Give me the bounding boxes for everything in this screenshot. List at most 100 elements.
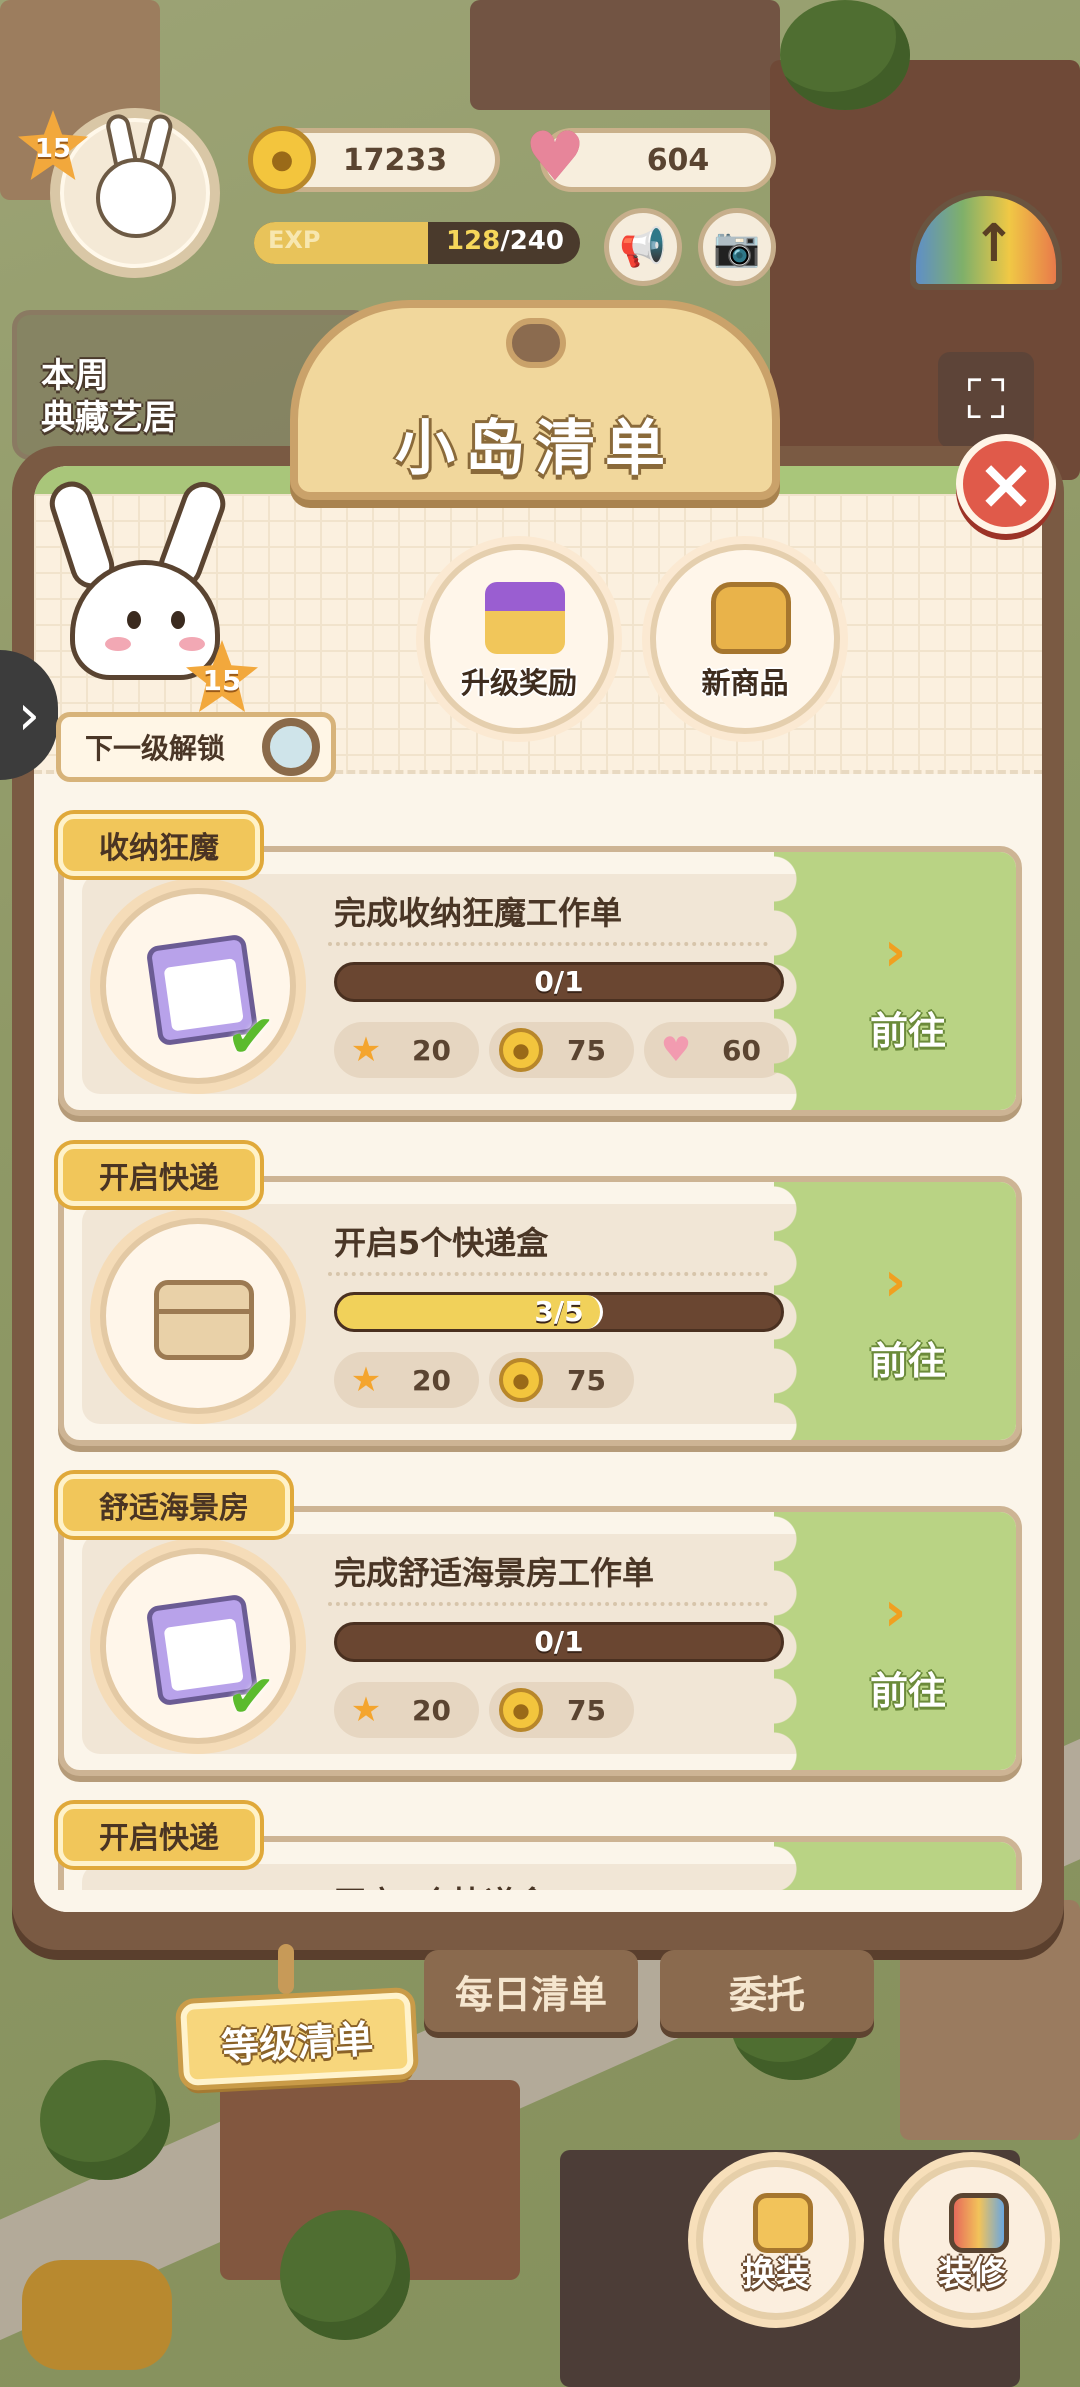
reward-exp: ★ 20 [334, 1352, 479, 1408]
bunny-eye [127, 611, 141, 629]
divider [328, 942, 768, 946]
reward-coin: ● 75 [489, 1022, 634, 1078]
coin-count: 17233 [342, 142, 448, 178]
reward-heart: ♥ 60 [644, 1022, 789, 1078]
task-progress-text: 0/1 [534, 965, 584, 998]
close-button[interactable]: × [956, 434, 1056, 534]
reward-value: 75 [567, 1693, 606, 1727]
outfit-icon [753, 2193, 813, 2253]
divider [328, 1602, 768, 1606]
task-card-body: ✔ 完成舒适海景房工作单 0/1 ★ 20 ● 75 › 前往 [58, 1506, 1022, 1776]
feature-label: 新商品 [701, 666, 789, 700]
reward-value: 75 [567, 1363, 606, 1397]
task-rewards: ★ 20 ● 75 [334, 1352, 634, 1408]
bunny-eye [171, 611, 185, 629]
task-progress-bar: 0/1 [334, 962, 784, 1002]
heart-count: 604 [646, 142, 710, 178]
task-card-body: 开启5个快递盒 3/5 ★ 20 ● 75 › 前往 [58, 1176, 1022, 1446]
task-card: ✔ 完成收纳狂魔工作单 0/1 ★ 20 ● 75 ♥ 60 › 前往 收纳狂魔 [58, 814, 1022, 1116]
task-card-body: ✔ 完成收纳狂魔工作单 0/1 ★ 20 ● 75 ♥ 60 › 前往 [58, 846, 1022, 1116]
go-arrow-icon: › [884, 1580, 907, 1643]
close-icon: × [976, 443, 1036, 525]
reward-exp: ★ 20 [334, 1682, 479, 1738]
exp-label: EXP [268, 226, 321, 254]
coin-icon: ● [499, 1688, 543, 1732]
reward-value: 20 [412, 1693, 451, 1727]
next-level-text: 15 [202, 663, 242, 697]
tab-daily-list[interactable]: 每日清单 [424, 1950, 638, 2032]
task-rewards: ★ 20 ● 75 ♥ 60 [334, 1022, 789, 1078]
player-level-text: 15 [34, 134, 72, 164]
shop-bag-icon [711, 582, 791, 654]
reward-exp: ★ 20 [334, 1022, 479, 1078]
star-icon: ★ [350, 1690, 382, 1730]
outfit-label: 换装 [742, 2254, 810, 2294]
task-description: 完成舒适海景房工作单 [334, 1554, 655, 1592]
new-items-button[interactable]: 新商品 [650, 544, 840, 734]
outfit-button[interactable]: 换装 [696, 2160, 856, 2320]
camera-button[interactable]: 📷 [698, 208, 776, 286]
upgrade-reward-button[interactable]: 升级奖励 [424, 544, 614, 734]
task-icon-badge [100, 1218, 296, 1414]
go-label: 前往 [869, 1009, 946, 1053]
task-progress-text: 3/5 [534, 1295, 584, 1328]
decorate-label: 装修 [938, 2254, 1006, 2294]
chevron-right-icon: › [17, 682, 41, 748]
task-rewards: ★ 20 ● 75 [334, 1682, 634, 1738]
reward-coin: ● 75 [489, 1682, 634, 1738]
reward-value: 75 [567, 1033, 606, 1067]
tab-pin [278, 1944, 294, 1994]
task-tag: 开启快递 [58, 1804, 260, 1866]
task-progress-bar: 3/5 [334, 1292, 784, 1332]
heart-icon: ♥ [660, 1030, 692, 1070]
decorate-button[interactable]: 装修 [892, 2160, 1052, 2320]
panel-title-plate: 小岛清单 [290, 300, 780, 500]
check-icon: ✔ [226, 1002, 277, 1072]
task-card: 开启5个快递盒 3/5 ★ 20 ● 75 › 前往 开启快递 [58, 1144, 1022, 1446]
tab-commission[interactable]: 委托 [660, 1950, 874, 2032]
task-description: 完成收纳狂魔工作单 [334, 894, 623, 932]
go-button[interactable]: › 前往 [774, 1512, 1016, 1770]
announcement-button[interactable]: 📢 [604, 208, 682, 286]
go-button[interactable]: › 前往 [774, 852, 1016, 1110]
task-icon-badge: ✔ [100, 1548, 296, 1744]
task-tag: 开启快递 [58, 1144, 260, 1206]
tab-label: 委托 [728, 1972, 805, 2017]
delivery-box-icon [154, 1280, 254, 1360]
player-avatar[interactable] [50, 108, 220, 278]
go-arrow-icon: › [884, 920, 907, 983]
check-icon: ✔ [226, 1662, 277, 1732]
arrow-up-icon: ↑ [972, 214, 1016, 274]
coin-icon: ● [499, 1358, 543, 1402]
reward-value: 20 [412, 1033, 451, 1067]
star-icon: ★ [350, 1030, 382, 1070]
reward-value: 60 [722, 1033, 761, 1067]
task-card: ✔ 完成舒适海景房工作单 0/1 ★ 20 ● 75 › 前往 舒适海景房 [58, 1474, 1022, 1776]
tab-label: 每日清单 [454, 1972, 607, 2017]
bunny-mascot [40, 475, 240, 690]
task-tag: 舒适海景房 [58, 1474, 290, 1536]
megaphone-icon: 📢 [619, 224, 667, 269]
coin-icon: ● [499, 1028, 543, 1072]
task-progress-bar: 0/1 [334, 1622, 784, 1662]
camera-icon: 📷 [713, 224, 761, 269]
go-button[interactable]: › 前往 [774, 1182, 1016, 1440]
go-arrow-icon: › [884, 1250, 907, 1313]
magnifier-icon[interactable] [262, 718, 320, 776]
task-description: 开启5个快递盒 [334, 1224, 549, 1262]
go-label: 前往 [869, 1339, 946, 1383]
task-tag: 收纳狂魔 [58, 814, 260, 876]
tab-level-list[interactable]: 等级清单 [180, 1992, 414, 2086]
divider [328, 1272, 768, 1276]
go-button[interactable]: 前往 [774, 1842, 1016, 1890]
task-progress-text: 0/1 [534, 1625, 584, 1658]
bunny-blush [105, 637, 131, 651]
reward-coin: ● 75 [489, 1352, 634, 1408]
plate-hole [506, 318, 566, 368]
fullscreen-icon[interactable]: ⛶ [938, 352, 1034, 448]
unlock-label: 下一级解锁 [85, 732, 226, 765]
panel-title: 小岛清单 [395, 414, 675, 484]
exp-max: /240 [500, 226, 564, 256]
bunny-blush [179, 637, 205, 651]
avatar-bunny-face [96, 158, 176, 238]
